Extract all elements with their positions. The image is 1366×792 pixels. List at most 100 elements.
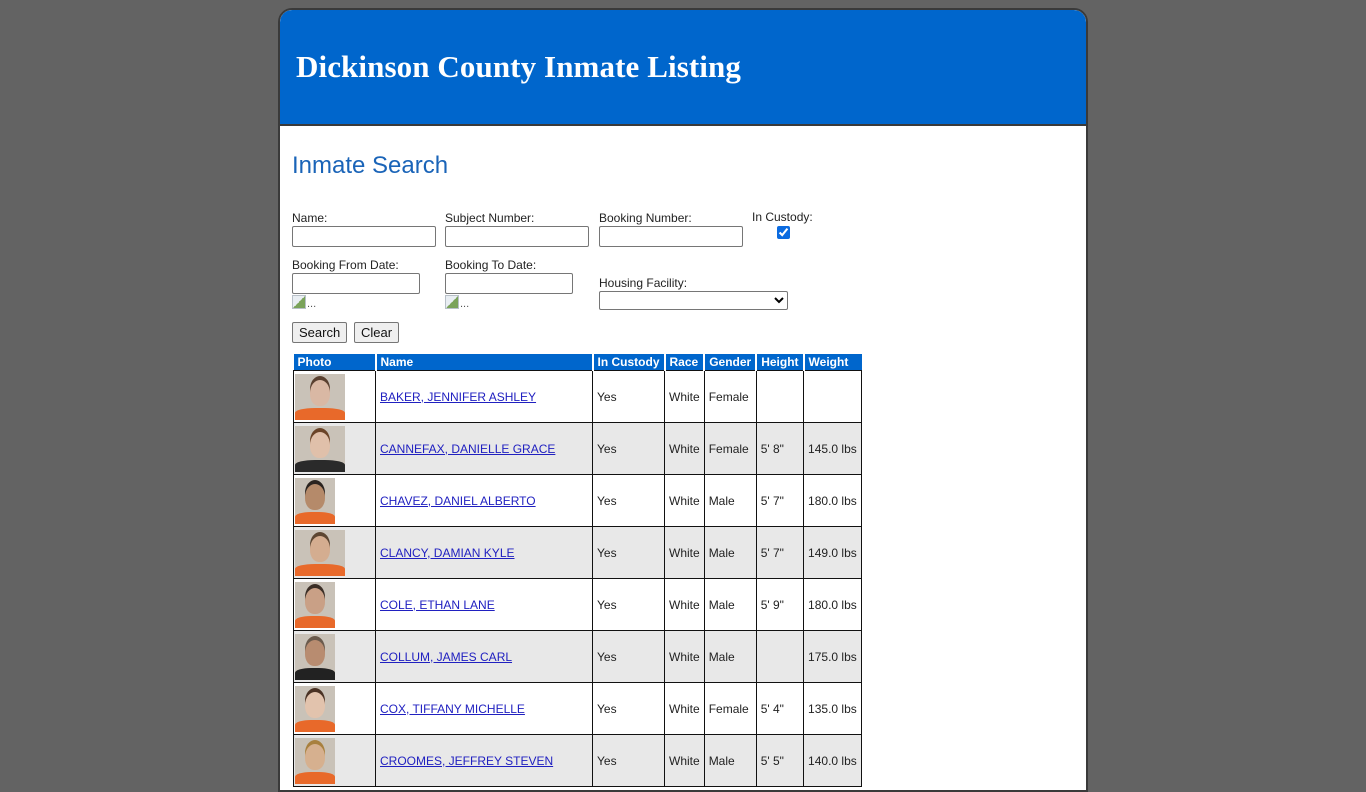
housing-facility-select[interactable]: [599, 291, 788, 310]
inmate-name-link[interactable]: COLLUM, JAMES CARL: [380, 650, 512, 664]
height-cell: 5' 8": [755, 422, 805, 475]
in-custody-cell: Yes: [592, 370, 665, 423]
weight-cell: 135.0 lbs: [803, 682, 863, 735]
photo-cell: [293, 682, 376, 735]
to-date-label: Booking To Date:: [445, 258, 537, 272]
race-cell: White: [664, 422, 705, 475]
table-row: COLE, ETHAN LANE Yes White Male 5' 9" 180.0 l…: [293, 578, 863, 631]
clear-button[interactable]: Clear: [354, 322, 400, 343]
calendar-icon-alt-text: ...: [460, 298, 470, 310]
in-custody-checkbox[interactable]: [777, 226, 790, 239]
inmate-name-link[interactable]: COX, TIFFANY MICHELLE: [380, 702, 525, 716]
inmate-name-link[interactable]: BAKER, JENNIFER ASHLEY: [380, 390, 536, 404]
photo-cell: [293, 422, 376, 475]
inmate-photo[interactable]: [295, 373, 345, 420]
column-header-race: Race: [664, 354, 706, 371]
in-custody-cell: Yes: [592, 474, 665, 527]
gender-cell: Male: [703, 474, 757, 527]
page-container: Dickinson County Inmate Listing Inmate S…: [278, 8, 1088, 792]
inmate-photo[interactable]: [295, 581, 335, 628]
to-date-calendar-button[interactable]: ...: [445, 295, 573, 310]
inmate-results-table: Photo Name In Custody Race Gender Height…: [293, 354, 863, 787]
inmate-name-link[interactable]: CROOMES, JEFFREY STEVEN: [380, 754, 553, 768]
photo-cell: [293, 734, 376, 787]
housing-facility-label: Housing Facility:: [599, 276, 688, 290]
calendar-icon: [292, 295, 306, 309]
in-custody-cell: Yes: [592, 578, 665, 631]
booking-number-field-group: Booking Number:: [599, 211, 743, 247]
weight-cell: 149.0 lbs: [803, 526, 863, 579]
in-custody-field-group: In Custody:: [752, 210, 813, 239]
table-row: CROOMES, JEFFREY STEVEN Yes White Male 5' 5"…: [293, 734, 863, 787]
housing-facility-field-group: Housing Facility:: [599, 276, 788, 310]
inmate-photo[interactable]: [295, 685, 335, 732]
from-date-input[interactable]: [292, 273, 420, 294]
weight-cell: 180.0 lbs: [803, 474, 863, 527]
inmate-photo[interactable]: [295, 633, 335, 680]
subject-number-input[interactable]: [445, 226, 589, 247]
name-field-group: Name:: [292, 211, 436, 247]
table-row: COLLUM, JAMES CARL Yes White Male 175.0 lbs: [293, 630, 863, 683]
column-header-photo: Photo: [293, 354, 377, 371]
height-cell: 5' 7": [755, 526, 805, 579]
inmate-name-link[interactable]: CANNEFAX, DANIELLE GRACE: [380, 442, 555, 456]
to-date-field-group: Booking To Date: ...: [445, 258, 573, 310]
weight-cell: 175.0 lbs: [803, 630, 863, 683]
photo-cell: [293, 630, 376, 683]
inmate-name-link[interactable]: COLE, ETHAN LANE: [380, 598, 495, 612]
photo-cell: [293, 578, 376, 631]
booking-number-input[interactable]: [599, 226, 743, 247]
table-row: CHAVEZ, DANIEL ALBERTO Yes White Male 5' 7" 1…: [293, 474, 863, 527]
name-input[interactable]: [292, 226, 436, 247]
in-custody-label: In Custody:: [752, 210, 813, 224]
height-cell: 5' 5": [755, 734, 805, 787]
gender-cell: Female: [703, 682, 757, 735]
from-date-calendar-button[interactable]: ...: [292, 295, 420, 310]
table-row: CLANCY, DAMIAN KYLE Yes White Male 5' 7" 149.…: [293, 526, 863, 579]
to-date-input[interactable]: [445, 273, 573, 294]
search-button[interactable]: Search: [292, 322, 348, 343]
name-cell: BAKER, JENNIFER ASHLEY: [375, 370, 593, 423]
height-cell: 5' 4": [755, 682, 805, 735]
gender-cell: Male: [703, 734, 757, 787]
photo-cell: [293, 370, 376, 423]
gender-cell: Female: [703, 370, 757, 423]
race-cell: White: [664, 474, 705, 527]
weight-cell: [803, 370, 863, 423]
height-cell: 5' 9": [755, 578, 805, 631]
weight-cell: 140.0 lbs: [803, 734, 863, 787]
calendar-icon-alt-text: ...: [307, 298, 317, 310]
page-title: Inmate Search: [292, 152, 449, 179]
table-header-row: Photo Name In Custody Race Gender Height…: [293, 354, 862, 371]
name-cell: COX, TIFFANY MICHELLE: [375, 682, 593, 735]
calendar-icon: [445, 295, 459, 309]
race-cell: White: [664, 578, 705, 631]
name-cell: COLE, ETHAN LANE: [375, 578, 593, 631]
name-cell: CANNEFAX, DANIELLE GRACE: [375, 422, 593, 475]
in-custody-cell: Yes: [592, 630, 665, 683]
column-header-weight: Weight: [803, 354, 862, 371]
subject-number-field-group: Subject Number:: [445, 211, 589, 247]
name-cell: CHAVEZ, DANIEL ALBERTO: [375, 474, 593, 527]
from-date-label: Booking From Date:: [292, 258, 399, 272]
name-cell: CLANCY, DAMIAN KYLE: [375, 526, 593, 579]
gender-cell: Male: [703, 578, 757, 631]
column-header-name: Name: [375, 354, 594, 371]
inmate-photo[interactable]: [295, 737, 335, 784]
weight-cell: 145.0 lbs: [803, 422, 863, 475]
in-custody-cell: Yes: [592, 422, 665, 475]
inmate-name-link[interactable]: CHAVEZ, DANIEL ALBERTO: [380, 494, 536, 508]
height-cell: [755, 370, 805, 423]
height-cell: 5' 7": [755, 474, 805, 527]
name-label: Name:: [292, 211, 328, 225]
gender-cell: Male: [703, 526, 757, 579]
inmate-photo[interactable]: [295, 425, 345, 472]
site-title: Dickinson County Inmate Listing: [296, 49, 741, 84]
column-header-gender: Gender: [704, 354, 758, 371]
in-custody-cell: Yes: [592, 526, 665, 579]
inmate-photo[interactable]: [295, 529, 345, 576]
inmate-photo[interactable]: [295, 477, 335, 524]
inmate-name-link[interactable]: CLANCY, DAMIAN KYLE: [380, 546, 515, 560]
column-header-in-custody: In Custody: [592, 354, 666, 371]
race-cell: White: [664, 682, 705, 735]
